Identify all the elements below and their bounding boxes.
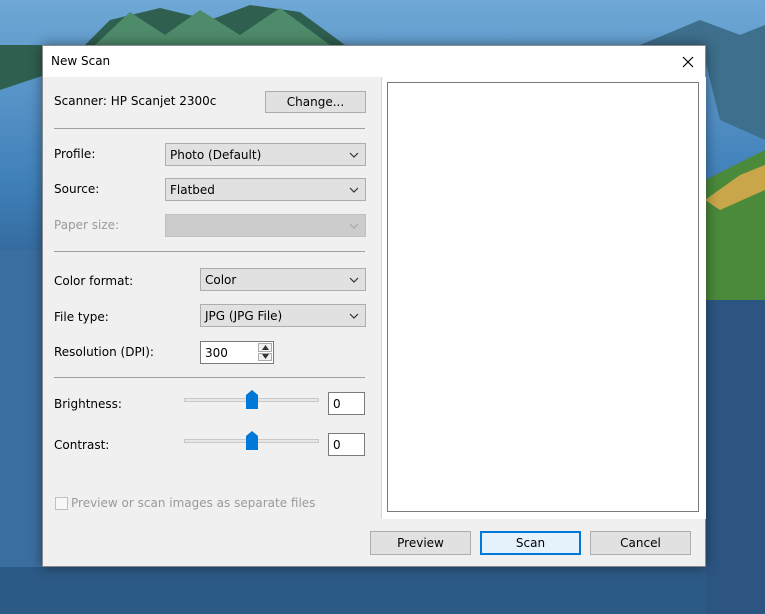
resolution-value: 300 [205, 345, 228, 360]
caret-up-icon [261, 344, 269, 350]
separate-files-label: Preview or scan images as separate files [71, 496, 316, 510]
separate-files-checkbox[interactable] [55, 497, 68, 510]
color-format-select[interactable]: Color [200, 268, 366, 291]
cancel-button[interactable]: Cancel [590, 531, 691, 555]
close-button[interactable] [671, 46, 705, 77]
dialog-title: New Scan [51, 54, 111, 68]
source-value: Flatbed [170, 182, 215, 197]
chevron-down-icon [349, 223, 359, 229]
resolution-spinner[interactable]: 300 [200, 341, 274, 364]
file-type-select[interactable]: JPG (JPG File) [200, 304, 366, 327]
contrast-label: Contrast: [54, 438, 110, 452]
change-scanner-button[interactable]: Change... [265, 91, 366, 113]
contrast-value: 0 [333, 437, 341, 452]
profile-label: Profile: [54, 147, 96, 161]
preview-panel [381, 77, 706, 519]
resolution-spin-buttons [258, 343, 272, 362]
spin-up-button[interactable] [258, 343, 272, 352]
brightness-slider-thumb[interactable] [245, 390, 258, 409]
separator-top [54, 128, 365, 129]
color-format-label: Color format: [54, 274, 134, 288]
preview-area [387, 82, 699, 512]
preview-button[interactable]: Preview [370, 531, 471, 555]
separator-bottom [54, 377, 365, 378]
contrast-slider-thumb[interactable] [245, 431, 258, 450]
separator-middle [54, 251, 365, 252]
chevron-down-icon [349, 313, 359, 319]
title-bar: New Scan [43, 46, 705, 77]
profile-value: Photo (Default) [170, 147, 262, 162]
spin-down-button[interactable] [258, 352, 272, 361]
scan-button[interactable]: Scan [480, 531, 581, 555]
file-type-label: File type: [54, 310, 109, 324]
color-format-value: Color [205, 272, 237, 287]
contrast-value-box[interactable]: 0 [328, 433, 365, 456]
chevron-down-icon [349, 277, 359, 283]
chevron-down-icon [349, 187, 359, 193]
source-label: Source: [54, 182, 100, 196]
file-type-value: JPG (JPG File) [205, 308, 283, 323]
chevron-down-icon [349, 152, 359, 158]
brightness-value-box[interactable]: 0 [328, 392, 365, 415]
source-select[interactable]: Flatbed [165, 178, 366, 201]
paper-size-label: Paper size: [54, 218, 120, 232]
paper-size-select [165, 214, 366, 237]
brightness-value: 0 [333, 396, 341, 411]
brightness-label: Brightness: [54, 397, 122, 411]
caret-down-icon [261, 354, 269, 360]
profile-select[interactable]: Photo (Default) [165, 143, 366, 166]
new-scan-dialog: New Scan Scanner: HP Scanjet 2300c Chang… [42, 45, 706, 567]
scanner-label: Scanner: HP Scanjet 2300c [54, 94, 217, 108]
close-icon [682, 56, 694, 67]
resolution-label: Resolution (DPI): [54, 345, 154, 359]
